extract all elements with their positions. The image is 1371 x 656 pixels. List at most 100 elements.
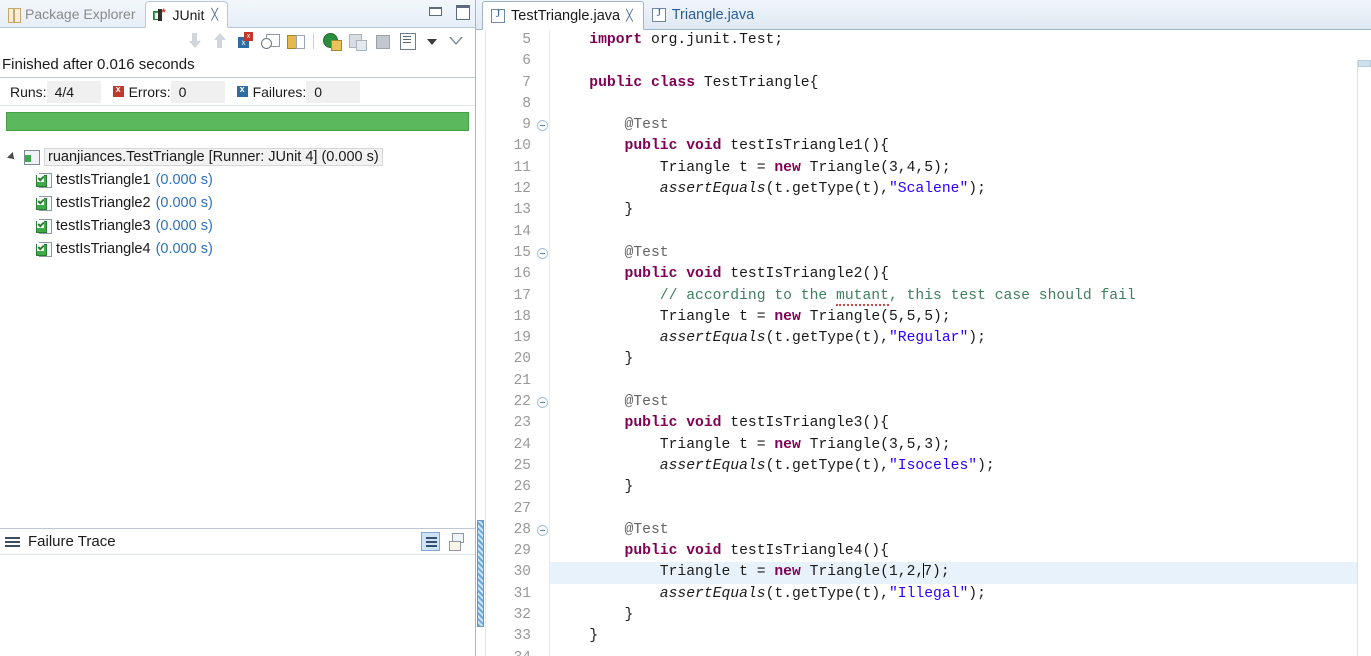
tree-item-root[interactable]: ruanjiances.TestTriangle [Runner: JUnit … [6, 145, 475, 168]
editor-tab-testtriangle-label: TestTriangle.java [511, 7, 621, 24]
failures-label: Failures: [252, 83, 307, 100]
fold-collapse-icon[interactable] [537, 248, 548, 259]
package-explorer-icon [7, 7, 21, 23]
failures-value: 0 [306, 80, 361, 103]
code-line-26: } [554, 479, 634, 496]
code-line-25: assertEquals(t.getType(t),"Isoceles"); [659, 457, 995, 474]
tree-item-test-3[interactable]: testIsTriangle3 (0.000 s) [6, 214, 475, 237]
failure-trace-header: Failure Trace [0, 528, 475, 554]
tree-item-test-4[interactable]: testIsTriangle4 (0.000 s) [6, 237, 475, 260]
code-line-11: Triangle t = new Triangle(3,4,5); [554, 159, 951, 176]
editor-tab-triangle[interactable]: Triangle.java [644, 1, 764, 29]
code-line-5: import org.junit.Test; [554, 32, 784, 48]
failure-trace-content[interactable] [0, 554, 475, 656]
view-tab-package-explorer-label: Package Explorer [25, 6, 136, 22]
code-line-23: public void testIsTriangle3(){ [554, 415, 889, 432]
rerun-icon[interactable] [322, 31, 342, 51]
view-tab-junit[interactable]: * JUnit ╳ [144, 1, 229, 28]
annotation-ruler[interactable] [476, 30, 486, 656]
tree-item-test-3-label: testIsTriangle3 [56, 217, 151, 234]
code-line-9: @Test [554, 117, 669, 134]
code-text[interactable]: import org.junit.Test; public class Test… [550, 30, 1371, 656]
junit-view-panel: Package Explorer * JUnit ╳ xx Finished a… [0, 0, 476, 656]
progress-bar-wrapper [0, 106, 475, 137]
hide-passed-icon[interactable] [260, 31, 280, 51]
arrow-up-icon[interactable] [210, 31, 230, 51]
failures-only-icon[interactable]: xx [235, 31, 255, 51]
history-icon[interactable] [397, 31, 417, 51]
close-icon[interactable]: ╳ [626, 9, 633, 22]
code-line-17: // according to the mutant, this test ca… [554, 287, 1136, 306]
runs-value: 4/4 [46, 80, 101, 103]
failures-status-icon [236, 84, 248, 97]
tree-item-test-4-time: (0.000 s) [155, 240, 213, 257]
maximize-icon[interactable] [455, 4, 470, 20]
code-editor[interactable]: 5678 9 10 11 12 13 14 15 16 17 18 19 20 21 22 23 24 … [476, 30, 1371, 656]
test-passed-icon [36, 172, 52, 188]
view-window-buttons [428, 4, 470, 20]
lock-icon[interactable] [285, 31, 305, 51]
view-tab-package-explorer[interactable]: Package Explorer [0, 1, 145, 27]
filter-stack-icon[interactable] [421, 532, 440, 551]
code-line-20: } [554, 351, 634, 368]
code-line-7: public class TestTriangle{ [554, 74, 819, 91]
errors-status-icon [112, 84, 124, 97]
failure-trace-tools [421, 532, 475, 551]
view-menu-icon[interactable] [447, 31, 467, 51]
code-line-16: public void testIsTriangle2(){ [554, 266, 889, 283]
junit-counters: Runs: 4/4 Errors: 0 Failures: 0 [0, 78, 475, 106]
code-line-32: } [554, 607, 634, 624]
scrollbar-thumb[interactable] [1358, 60, 1371, 67]
arrow-down-icon[interactable] [185, 31, 205, 51]
fold-collapse-icon[interactable] [537, 525, 548, 536]
tree-item-test-1[interactable]: testIsTriangle1 (0.000 s) [6, 168, 475, 191]
chevron-down-icon[interactable] [422, 31, 442, 51]
rerun-failed-icon[interactable] [347, 31, 367, 51]
tree-item-root-label: ruanjiances.TestTriangle [Runner: JUnit … [44, 147, 383, 166]
fold-collapse-icon[interactable] [537, 120, 548, 131]
code-line-22: @Test [554, 394, 669, 411]
stop-icon[interactable] [372, 31, 392, 51]
close-icon[interactable]: ╳ [211, 8, 218, 21]
selection-annotation-marker [477, 520, 484, 627]
code-line-29: public void testIsTriangle4(){ [554, 543, 889, 560]
errors-label: Errors: [128, 83, 171, 100]
overview-ruler[interactable] [1357, 60, 1371, 656]
junit-test-tree: ruanjiances.TestTriangle [Runner: JUnit … [0, 137, 475, 260]
folding-ruler[interactable] [534, 30, 550, 656]
java-file-icon [651, 7, 666, 22]
junit-status-text: Finished after 0.016 seconds [0, 54, 475, 78]
code-line-13: } [554, 202, 634, 219]
menu-icon[interactable] [5, 536, 21, 548]
tree-item-test-2-label: testIsTriangle2 [56, 194, 151, 211]
errors-value: 0 [170, 80, 225, 103]
test-passed-icon [36, 218, 52, 234]
code-line-24: Triangle t = new Triangle(3,5,3); [554, 436, 951, 453]
code-line-28: @Test [554, 521, 669, 538]
text-cursor [923, 563, 925, 579]
code-line-19: assertEquals(t.getType(t),"Regular"); [659, 330, 986, 347]
test-passed-icon [36, 241, 52, 257]
junit-icon: * [152, 7, 168, 22]
code-line-31: assertEquals(t.getType(t),"Illegal"); [659, 585, 986, 602]
minimize-icon[interactable] [428, 4, 442, 17]
code-line-15: @Test [554, 244, 669, 261]
editor-tab-testtriangle[interactable]: TestTriangle.java ╳ [482, 1, 644, 30]
fold-collapse-icon[interactable] [537, 397, 548, 408]
code-line-18: Triangle t = new Triangle(5,5,5); [554, 308, 951, 325]
tree-item-test-2[interactable]: testIsTriangle2 (0.000 s) [6, 191, 475, 214]
tree-item-test-4-label: testIsTriangle4 [56, 240, 151, 257]
tree-item-test-1-time: (0.000 s) [155, 171, 213, 188]
java-file-icon [491, 8, 505, 23]
chevron-expand-icon[interactable] [6, 150, 19, 163]
compare-result-icon[interactable] [446, 532, 465, 551]
eclipse-workbench: Package Explorer * JUnit ╳ xx Finished a… [0, 0, 1371, 656]
runs-label: Runs: [10, 83, 47, 100]
line-number-gutter: 5678 9 10 11 12 13 14 15 16 17 18 19 20 21 22 23 24 … [486, 30, 534, 656]
toolbar-separator [313, 33, 314, 49]
code-line-30: Triangle t = new Triangle(1,2,7); [550, 562, 1371, 584]
